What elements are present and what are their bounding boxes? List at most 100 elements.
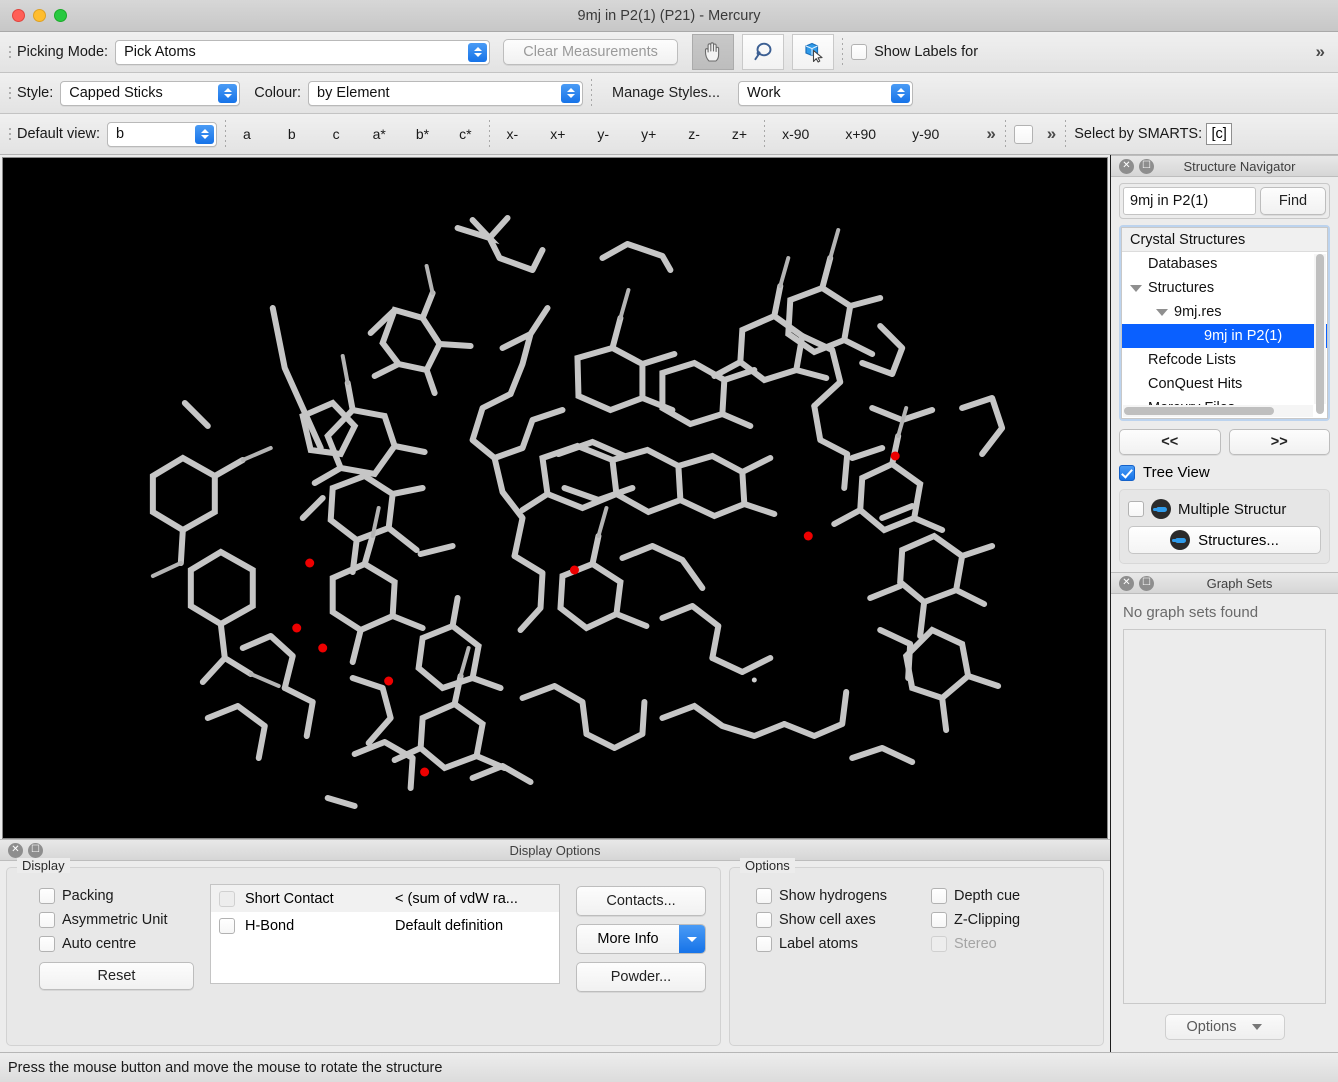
powder-button[interactable]: Powder... <box>576 962 706 992</box>
style-select[interactable]: Capped Sticks <box>60 80 241 106</box>
contacts-button[interactable]: Contacts... <box>576 886 706 916</box>
stereo-checkbox <box>931 936 947 952</box>
close-panel-icon-nav[interactable]: ✕ <box>1119 158 1134 174</box>
tree-vertical-scrollbar[interactable] <box>1314 254 1326 414</box>
style-scheme-select[interactable]: Work <box>738 80 914 106</box>
find-button[interactable]: Find <box>1260 187 1326 215</box>
view-axis-c[interactable]: c <box>324 122 349 146</box>
toolbar1-overflow-icon[interactable]: » <box>1312 42 1326 62</box>
rotate-x-minus-90[interactable]: x-90 <box>773 122 818 146</box>
show-hydrogens-row[interactable]: Show hydrogens <box>756 888 931 904</box>
tree-item-9mj-res[interactable]: 9mj.res <box>1122 300 1327 324</box>
multiple-structures-checkbox[interactable] <box>1128 501 1144 517</box>
view-axis-c-star[interactable]: c* <box>450 122 480 146</box>
tree-horizontal-scrollbar[interactable] <box>1123 405 1313 417</box>
label-atoms-label: Label atoms <box>779 936 858 952</box>
toolbar3-overflow-icon-1[interactable]: » <box>982 124 996 144</box>
show-hydrogens-checkbox[interactable] <box>756 888 772 904</box>
show-labels-for-row[interactable]: Show Labels for <box>851 44 978 60</box>
view-axis-b[interactable]: b <box>279 122 305 146</box>
view-axis-a[interactable]: a <box>234 122 260 146</box>
multiple-structures-row[interactable]: Multiple Structur <box>1128 499 1321 519</box>
picking-mode-select[interactable]: Pick Atoms <box>115 39 491 65</box>
table-row[interactable]: Short Contact < (sum of vdW ra... <box>211 885 559 912</box>
next-structure-button[interactable]: >> <box>1228 429 1330 455</box>
status-bar: Press the mouse button and move the mous… <box>0 1052 1338 1082</box>
show-cell-axes-checkbox[interactable] <box>756 912 772 928</box>
rotate-z-minus[interactable]: z- <box>679 122 709 146</box>
rotate-x-plus-90[interactable]: x+90 <box>836 122 885 146</box>
colour-select[interactable]: by Element <box>308 80 584 106</box>
structure-tree[interactable]: Crystal Structures Databases Structures … <box>1119 225 1330 421</box>
rotate-z-plus[interactable]: z+ <box>723 122 756 146</box>
more-info-button[interactable]: More Info <box>576 924 706 954</box>
z-clipping-checkbox[interactable] <box>931 912 947 928</box>
chevron-down-icon-9mj[interactable] <box>1156 308 1168 316</box>
tree-item-label: Databases <box>1148 256 1218 272</box>
rotate-y-minus-90[interactable]: y-90 <box>903 122 948 146</box>
pick-molecule-icon-button[interactable] <box>792 34 835 70</box>
view-extra-checkbox[interactable] <box>1013 124 1033 144</box>
clear-measurements-button[interactable]: Clear Measurements <box>503 39 679 65</box>
tree-item-structures[interactable]: Structures <box>1122 276 1327 300</box>
depth-cue-row[interactable]: Depth cue <box>931 888 1091 904</box>
hand-icon-button[interactable] <box>692 34 735 70</box>
chevron-down-icon-structures[interactable] <box>1130 284 1142 292</box>
packing-checkbox[interactable] <box>39 888 55 904</box>
z-clipping-row[interactable]: Z-Clipping <box>931 912 1091 928</box>
tree-item-conquest-hits[interactable]: ConQuest Hits <box>1122 372 1327 396</box>
toolbar-grip-icon[interactable] <box>6 39 13 65</box>
asymmetric-unit-checkbox[interactable] <box>39 912 55 928</box>
table-row[interactable]: H-Bond Default definition <box>211 912 559 939</box>
graph-sets-options-button[interactable]: Options <box>1164 1014 1285 1040</box>
short-contact-checkbox[interactable] <box>219 890 235 907</box>
tree-item-9mj-in-p21[interactable]: 9mj in P2(1) <box>1122 324 1327 348</box>
tree-header: Crystal Structures <box>1122 228 1327 252</box>
toolbar3-overflow-icon-2[interactable]: » <box>1043 124 1057 144</box>
graph-sets-list[interactable] <box>1123 629 1326 1004</box>
asymmetric-unit-row[interactable]: Asymmetric Unit <box>39 912 194 928</box>
display-options-header: ✕ ☐ Display Options <box>0 839 1110 861</box>
contacts-table[interactable]: Short Contact < (sum of vdW ra... H-Bond… <box>210 884 560 984</box>
molecule-viewport[interactable] <box>2 157 1108 839</box>
lasso-icon-button[interactable] <box>742 34 785 70</box>
tree-item-databases[interactable]: Databases <box>1122 252 1327 276</box>
search-input[interactable]: 9mj in P2(1) <box>1123 187 1256 215</box>
chevron-down-icon[interactable] <box>679 925 705 953</box>
manage-styles-button[interactable]: Manage Styles... <box>600 80 732 106</box>
close-panel-icon-gs[interactable]: ✕ <box>1119 575 1134 591</box>
rotate-y-minus[interactable]: y- <box>588 122 618 146</box>
rotate-x-plus[interactable]: x+ <box>541 122 574 146</box>
toolbar-grip-icon-2[interactable] <box>6 80 13 106</box>
show-cell-axes-row[interactable]: Show cell axes <box>756 912 931 928</box>
structures-button[interactable]: Structures... <box>1128 526 1321 554</box>
label-atoms-row[interactable]: Label atoms <box>756 936 931 952</box>
label-atoms-checkbox[interactable] <box>756 936 772 952</box>
tree-horizontal-thumb[interactable] <box>1124 407 1274 415</box>
reset-button[interactable]: Reset <box>39 962 194 990</box>
smarts-input[interactable]: [c] <box>1206 123 1233 145</box>
tree-view-row[interactable]: Tree View <box>1119 464 1330 481</box>
packing-row[interactable]: Packing <box>39 888 194 904</box>
tree-vertical-thumb[interactable] <box>1316 254 1324 414</box>
auto-centre-row[interactable]: Auto centre <box>39 936 194 952</box>
view-axis-b-star[interactable]: b* <box>407 122 438 146</box>
hbond-checkbox[interactable] <box>219 917 235 934</box>
rotate-y-plus[interactable]: y+ <box>632 122 665 146</box>
multiple-structures-box: Multiple Structur Structures... <box>1119 489 1330 564</box>
tree-item-refcode-lists[interactable]: Refcode Lists <box>1122 348 1327 372</box>
small-atom-markers <box>751 677 757 683</box>
rotate-x-minus[interactable]: x- <box>498 122 528 146</box>
chevron-down-icon-gs <box>1252 1024 1263 1030</box>
tree-view-checkbox[interactable] <box>1119 464 1135 481</box>
view-axis-a-star[interactable]: a* <box>364 122 395 146</box>
default-view-select[interactable]: b <box>107 121 218 147</box>
hbond-name: H-Bond <box>245 917 295 934</box>
structure-tree-inner[interactable]: Crystal Structures Databases Structures … <box>1121 227 1328 419</box>
depth-cue-checkbox[interactable] <box>931 888 947 904</box>
lasso-icon <box>754 42 772 61</box>
previous-structure-button[interactable]: << <box>1119 429 1221 455</box>
toolbar-grip-icon-3[interactable] <box>6 121 13 147</box>
show-labels-checkbox[interactable] <box>851 44 868 60</box>
auto-centre-checkbox[interactable] <box>39 936 55 952</box>
